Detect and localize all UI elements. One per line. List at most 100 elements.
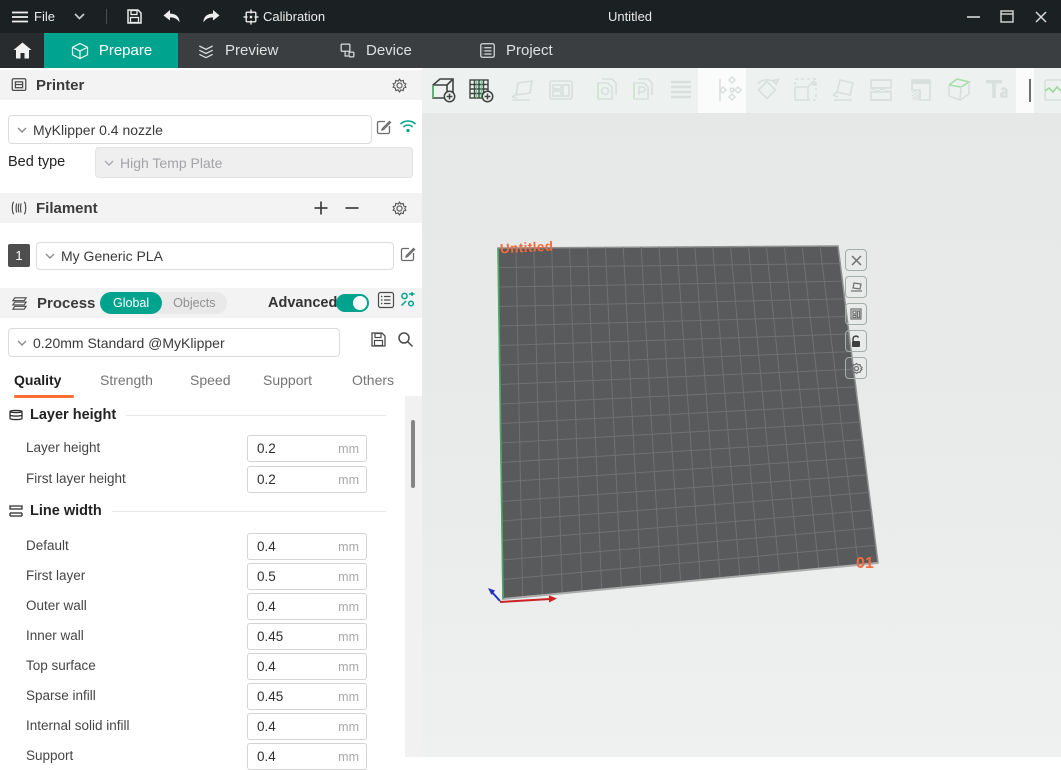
tab-preview[interactable]: Preview bbox=[196, 33, 322, 68]
param-input[interactable] bbox=[248, 539, 327, 554]
printer-section-header: Printer bbox=[0, 70, 422, 100]
maximize-icon[interactable] bbox=[990, 0, 1024, 33]
sidebar-scroll-track[interactable] bbox=[405, 396, 422, 757]
edit-filament-icon[interactable] bbox=[400, 246, 416, 262]
param-input[interactable] bbox=[248, 472, 327, 487]
sparse-infill-line-width-field[interactable]: mm bbox=[247, 683, 367, 710]
redo-icon[interactable] bbox=[201, 0, 221, 33]
plate-name-label: Untitled bbox=[500, 239, 554, 257]
param-unit: mm bbox=[338, 473, 366, 487]
build-plate[interactable] bbox=[422, 68, 1061, 757]
param-input[interactable] bbox=[248, 569, 327, 584]
bed-type-label: Bed type bbox=[8, 154, 65, 170]
param-row: Top surface mm bbox=[0, 653, 405, 680]
filament-slot-badge[interactable]: 1 bbox=[8, 244, 30, 267]
param-unit: mm bbox=[338, 600, 366, 614]
tab-prepare[interactable]: Prepare bbox=[44, 33, 178, 68]
tab-device-label: Device bbox=[366, 42, 412, 59]
advanced-toggle[interactable] bbox=[336, 294, 369, 312]
viewport-3d[interactable]: Untitled 01 bbox=[422, 68, 1061, 757]
param-input[interactable] bbox=[248, 689, 327, 704]
calibration-label[interactable]: Calibration bbox=[263, 0, 325, 33]
param-row: Layer height mm bbox=[0, 435, 405, 462]
file-menu-chevron[interactable] bbox=[74, 0, 85, 33]
printer-settings-gear-icon[interactable] bbox=[391, 77, 408, 94]
param-row: First layer mm bbox=[0, 563, 405, 590]
chevron-down-icon bbox=[17, 340, 27, 346]
printer-preset-combo[interactable]: MyKlipper 0.4 nozzle bbox=[8, 115, 372, 144]
scope-toggle[interactable]: Global Objects bbox=[100, 292, 227, 314]
first-layer-height-field[interactable]: mm bbox=[247, 466, 367, 493]
scrollbar-thumb[interactable] bbox=[411, 420, 415, 488]
process-preset-combo[interactable]: 0.20mm Standard @MyKlipper bbox=[8, 328, 340, 357]
file-menu[interactable]: File bbox=[34, 0, 55, 33]
save-icon[interactable] bbox=[126, 0, 143, 33]
orient-plate-icon[interactable] bbox=[845, 276, 867, 298]
bed-type-value: High Temp Plate bbox=[120, 155, 222, 171]
tab-strength[interactable]: Strength bbox=[100, 372, 153, 388]
remove-filament-icon[interactable] bbox=[345, 206, 359, 210]
tab-project[interactable]: Project bbox=[478, 33, 578, 68]
process-icon bbox=[10, 295, 29, 312]
param-label: Top surface bbox=[26, 658, 96, 673]
tab-speed[interactable]: Speed bbox=[190, 372, 230, 388]
param-label: Default bbox=[26, 538, 69, 553]
search-icon[interactable] bbox=[397, 331, 414, 348]
param-unit: mm bbox=[338, 570, 366, 584]
param-unit: mm bbox=[338, 540, 366, 554]
tab-others[interactable]: Others bbox=[352, 372, 394, 388]
layer-height-field[interactable]: mm bbox=[247, 435, 367, 462]
param-input[interactable] bbox=[248, 629, 327, 644]
window-title: Untitled bbox=[560, 0, 700, 33]
wifi-icon[interactable] bbox=[399, 119, 417, 133]
undo-icon[interactable] bbox=[162, 0, 182, 33]
tab-quality[interactable]: Quality bbox=[14, 372, 61, 388]
inner-wall-line-width-field[interactable]: mm bbox=[247, 623, 367, 650]
param-row: Internal solid infill mm bbox=[0, 713, 405, 740]
param-input[interactable] bbox=[248, 719, 327, 734]
filament-preset-combo[interactable]: My Generic PLA bbox=[36, 242, 394, 270]
tune-icon[interactable] bbox=[399, 291, 417, 309]
toolbar-divider bbox=[106, 9, 107, 24]
minimize-icon[interactable] bbox=[956, 0, 990, 33]
home-icon[interactable] bbox=[0, 33, 44, 68]
first-layer-line-width-field[interactable]: mm bbox=[247, 563, 367, 590]
tab-device[interactable]: Device bbox=[338, 33, 442, 68]
filament-icon bbox=[10, 200, 28, 216]
filament-settings-gear-icon[interactable] bbox=[391, 200, 408, 217]
param-unit: mm bbox=[338, 690, 366, 704]
section-title: Line width bbox=[30, 503, 102, 519]
param-label: First layer bbox=[26, 568, 85, 583]
param-unit: mm bbox=[338, 720, 366, 734]
scope-global[interactable]: Global bbox=[100, 292, 162, 314]
filament-preset-value: My Generic PLA bbox=[61, 248, 163, 264]
param-input[interactable] bbox=[248, 599, 327, 614]
calibration-icon[interactable] bbox=[243, 0, 259, 33]
lock-plate-icon[interactable] bbox=[845, 330, 867, 352]
internal-solid-infill-line-width-field[interactable]: mm bbox=[247, 713, 367, 740]
list-settings-icon[interactable] bbox=[377, 291, 395, 309]
param-row: Default mm bbox=[0, 533, 405, 560]
param-row: Outer wall mm bbox=[0, 593, 405, 620]
chevron-down-icon bbox=[45, 253, 55, 259]
delete-plate-icon[interactable] bbox=[845, 249, 867, 271]
add-filament-icon[interactable] bbox=[314, 201, 328, 215]
param-input[interactable] bbox=[248, 441, 327, 456]
outer-wall-line-width-field[interactable]: mm bbox=[247, 593, 367, 620]
default-line-width-field[interactable]: mm bbox=[247, 533, 367, 560]
param-input[interactable] bbox=[248, 659, 327, 674]
arrange-plate-icon[interactable] bbox=[845, 303, 867, 325]
bed-type-combo[interactable]: High Temp Plate bbox=[95, 147, 413, 178]
top-surface-line-width-field[interactable]: mm bbox=[247, 653, 367, 680]
tab-support[interactable]: Support bbox=[263, 372, 312, 388]
edit-printer-icon[interactable] bbox=[376, 119, 392, 135]
scope-objects[interactable]: Objects bbox=[162, 296, 226, 310]
menu-icon[interactable] bbox=[12, 0, 28, 33]
close-icon[interactable] bbox=[1024, 0, 1058, 33]
save-preset-icon[interactable] bbox=[370, 331, 387, 348]
chevron-down-icon bbox=[17, 127, 27, 133]
plate-settings-icon[interactable] bbox=[845, 357, 867, 379]
prepare-icon bbox=[70, 41, 90, 61]
param-row: Inner wall mm bbox=[0, 623, 405, 650]
param-row: First layer height mm bbox=[0, 466, 405, 493]
